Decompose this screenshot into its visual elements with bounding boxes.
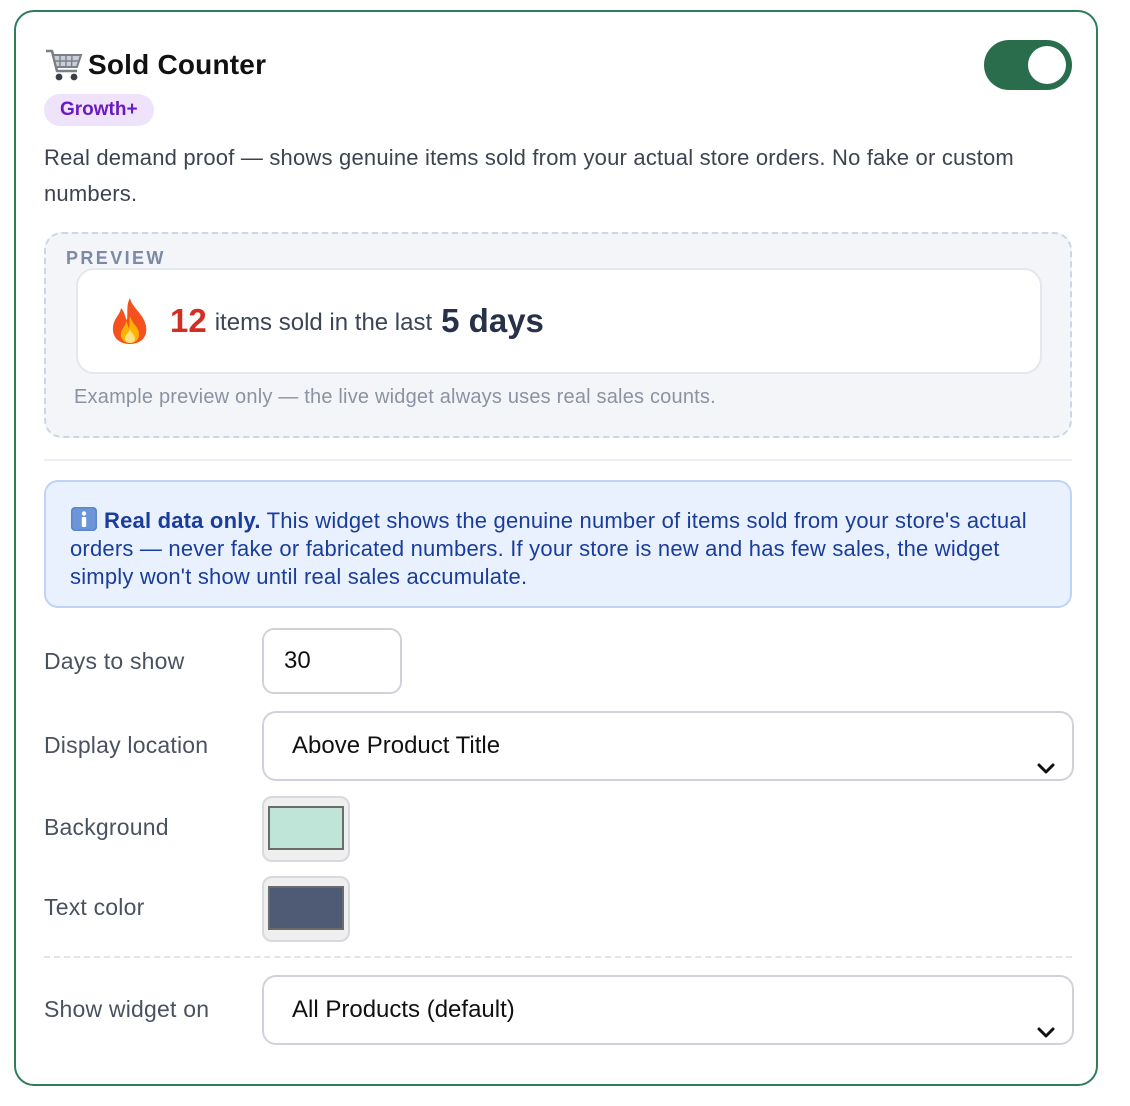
info-heading: Real data only. (104, 508, 261, 533)
card-header: Sold Counter (44, 46, 266, 84)
text-color-swatch (268, 886, 344, 930)
location-value: Above Product Title (292, 732, 501, 759)
fire-icon (108, 296, 152, 346)
dashed-divider (44, 956, 1072, 958)
show-on-label: Show widget on (44, 996, 210, 1022)
preview-note: Example preview only — the live widget a… (74, 386, 716, 408)
show-on-value: All Products (default) (292, 996, 515, 1023)
sold-days: 5 days (441, 302, 544, 339)
show-on-select[interactable]: All Products (default) (262, 975, 1074, 1045)
location-select[interactable]: Above Product Title (262, 711, 1074, 781)
widget-enabled-toggle[interactable] (984, 40, 1072, 90)
plan-badge: Growth+ (44, 94, 154, 126)
location-label: Display location (44, 732, 209, 758)
background-color-picker[interactable] (262, 796, 350, 862)
shopping-cart-icon (44, 46, 84, 84)
days-label: Days to show (44, 648, 185, 674)
preview-panel: PREVIEW 12 items sold in the last 5 days… (44, 232, 1072, 438)
chevron-down-icon (1036, 1001, 1056, 1038)
sold-counter-card: Sold Counter Growth+ Real demand proof —… (14, 10, 1098, 1086)
preview-label: PREVIEW (66, 248, 166, 268)
info-icon (70, 506, 98, 532)
info-callout: Real data only. This widget shows the ge… (44, 480, 1072, 608)
section-divider (44, 459, 1072, 461)
toggle-knob (1028, 46, 1066, 84)
chevron-down-icon (1036, 737, 1056, 774)
text-color-picker[interactable] (262, 876, 350, 942)
days-input[interactable]: 30 (262, 628, 402, 694)
sold-count: 12 (170, 302, 207, 339)
background-label: Background (44, 814, 169, 840)
background-color-swatch (268, 806, 344, 850)
sold-text: items sold in the last (214, 309, 433, 336)
widget-description: Real demand proof — shows genuine items … (44, 145, 1014, 206)
text-color-label: Text color (44, 894, 145, 920)
preview-widget: 12 items sold in the last 5 days (76, 268, 1042, 374)
widget-title: Sold Counter (88, 49, 267, 80)
